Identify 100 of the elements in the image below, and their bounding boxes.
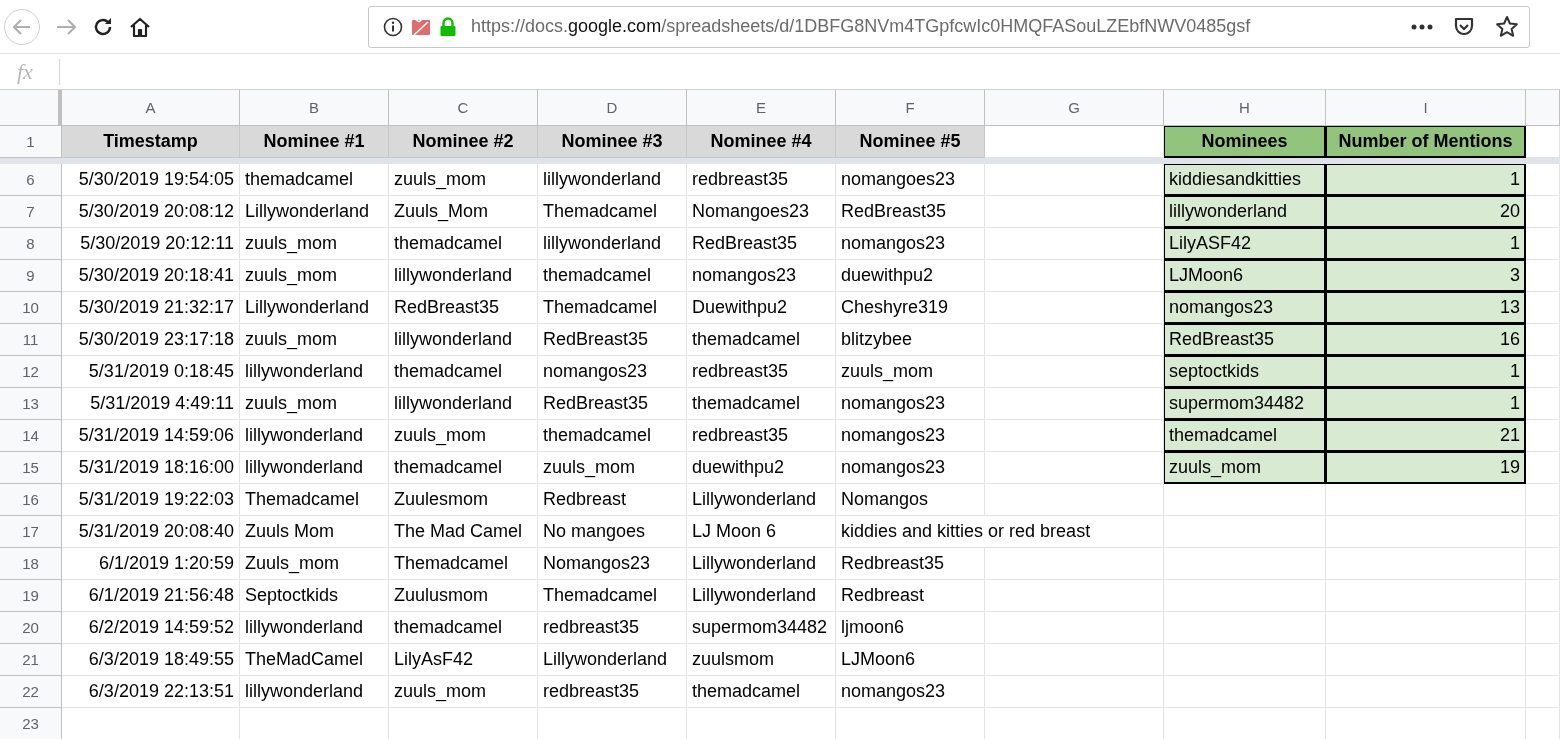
table-cell: 6/2/2019 14:59:52 — [62, 612, 240, 644]
table-cell: Lillywonderland — [687, 484, 836, 516]
table-cell: Zuulusmom — [389, 580, 538, 612]
home-button[interactable] — [128, 15, 152, 38]
table-cell: Zuuls_Mom — [389, 196, 538, 228]
table-cell: 5/31/2019 14:59:06 — [62, 420, 240, 452]
table-cell: 1 — [1326, 164, 1526, 196]
table-cell: Themadcamel — [240, 484, 389, 516]
table-cell: Themadcamel — [389, 548, 538, 580]
table-cell: 5/31/2019 19:22:03 — [62, 484, 240, 516]
column-header[interactable]: G — [985, 90, 1164, 126]
row-header[interactable]: 19 — [0, 580, 62, 612]
pocket-icon[interactable] — [1453, 15, 1475, 38]
table-cell: RedBreast35 — [687, 228, 836, 260]
row-header[interactable]: 22 — [0, 676, 62, 708]
table-cell: nomangos23 — [836, 228, 985, 260]
table-cell: 1 — [1326, 356, 1526, 388]
table-cell: zuuls_mom — [240, 388, 389, 420]
table-cell: 5/30/2019 23:17:18 — [62, 324, 240, 356]
table-cell: nomangos23 — [836, 388, 985, 420]
table-cell: Nominees — [1164, 126, 1326, 158]
row-header[interactable]: 9 — [0, 260, 62, 292]
table-cell: redbreast35 — [687, 420, 836, 452]
table-cell: lillywonderland — [389, 260, 538, 292]
column-header[interactable]: F — [836, 90, 985, 126]
formula-label: fx — [17, 58, 34, 85]
table-cell: 5/30/2019 20:08:12 — [62, 196, 240, 228]
column-header[interactable]: A — [62, 90, 240, 126]
url-text: https://docs.google.com/spreadsheets/d/1DBFG8NVm4TGpfcwIc0HMQFASouLZEbfNWV0485gsf — [471, 16, 1252, 37]
row-header[interactable]: 23 — [0, 708, 62, 739]
table-cell: nomangos23 — [836, 676, 985, 708]
select-all-corner[interactable] — [0, 90, 62, 126]
table-cell: Nominee #1 — [240, 126, 389, 158]
info-icon[interactable] — [383, 16, 403, 37]
more-icon[interactable] — [1411, 23, 1433, 30]
table-cell: RedBreast35 — [538, 388, 687, 420]
table-cell: themadcamel — [389, 356, 538, 388]
table-cell: themadcamel — [240, 164, 389, 196]
column-header[interactable]: B — [240, 90, 389, 126]
table-cell: 21 — [1326, 420, 1526, 452]
column-header[interactable]: D — [538, 90, 687, 126]
table-cell: nomangos23 — [836, 452, 985, 484]
table-cell: ljmoon6 — [836, 612, 985, 644]
table-cell: redbreast35 — [538, 676, 687, 708]
row-header[interactable]: 6 — [0, 164, 62, 196]
table-cell: Themadcamel — [538, 196, 687, 228]
table-cell: redbreast35 — [687, 164, 836, 196]
row-header[interactable]: 7 — [0, 196, 62, 228]
row-header[interactable]: 17 — [0, 516, 62, 548]
row-header[interactable]: 16 — [0, 484, 62, 516]
table-cell: Cheshyre319 — [836, 292, 985, 324]
table-cell: Zuuls_mom — [240, 548, 389, 580]
row-header[interactable]: 21 — [0, 644, 62, 676]
table-cell: lillywonderland — [1164, 196, 1326, 228]
table-cell: zuuls_mom — [240, 228, 389, 260]
table-cell: nomangoes23 — [836, 164, 985, 196]
row-header[interactable]: 12 — [0, 356, 62, 388]
row-header[interactable]: 11 — [0, 324, 62, 356]
row-header[interactable]: 18 — [0, 548, 62, 580]
table-cell: Redbreast — [538, 484, 687, 516]
table-cell: No mangoes — [538, 516, 687, 548]
table-cell: 20 — [1326, 196, 1526, 228]
row-header[interactable]: 8 — [0, 228, 62, 260]
row-header[interactable]: 10 — [0, 292, 62, 324]
lock-icon[interactable] — [439, 16, 457, 37]
table-cell: 1 — [1326, 228, 1526, 260]
header-cell[interactable] — [1526, 90, 1560, 126]
table-cell: RedBreast35 — [836, 196, 985, 228]
table-cell: Lillywonderland — [240, 292, 389, 324]
table-cell: lillywonderland — [240, 452, 389, 484]
table-cell: nomangos23 — [1164, 292, 1326, 324]
column-header[interactable]: E — [687, 90, 836, 126]
table-cell: 6/1/2019 21:56:48 — [62, 580, 240, 612]
table-cell: LilyAsF42 — [389, 644, 538, 676]
row-header[interactable]: 14 — [0, 420, 62, 452]
table-cell: Timestamp — [62, 126, 240, 158]
table-cell: zuuls_mom — [240, 260, 389, 292]
star-icon[interactable] — [1495, 15, 1519, 38]
table-cell: 5/31/2019 20:08:40 — [62, 516, 240, 548]
table-cell: 16 — [1326, 324, 1526, 356]
table-cell: themadcamel — [389, 612, 538, 644]
column-header[interactable]: C — [389, 90, 538, 126]
row-header[interactable]: 20 — [0, 612, 62, 644]
table-cell: Nominee #5 — [836, 126, 985, 158]
row-header[interactable]: 13 — [0, 388, 62, 420]
table-cell: 1 — [1326, 388, 1526, 420]
table-cell: 5/31/2019 4:49:11 — [62, 388, 240, 420]
table-cell: zuuls_mom — [1164, 452, 1326, 484]
table-cell: supermom34482 — [687, 612, 836, 644]
table-cell: zuuls_mom — [389, 420, 538, 452]
row-header[interactable]: 1 — [0, 126, 62, 158]
address-bar[interactable]: https://docs.google.com/spreadsheets/d/1DBFG8NVm4TGpfcwIc0HMQFASouLZEbfNWV0485gsf — [368, 5, 1530, 48]
table-cell: 5/30/2019 20:12:11 — [62, 228, 240, 260]
table-cell: Lillywonderland — [538, 644, 687, 676]
column-header[interactable]: H — [1164, 90, 1326, 126]
column-header[interactable]: I — [1326, 90, 1526, 126]
table-cell: redbreast35 — [538, 612, 687, 644]
table-cell: supermom34482 — [1164, 388, 1326, 420]
row-header[interactable]: 15 — [0, 452, 62, 484]
table-cell: 5/31/2019 0:18:45 — [62, 356, 240, 388]
